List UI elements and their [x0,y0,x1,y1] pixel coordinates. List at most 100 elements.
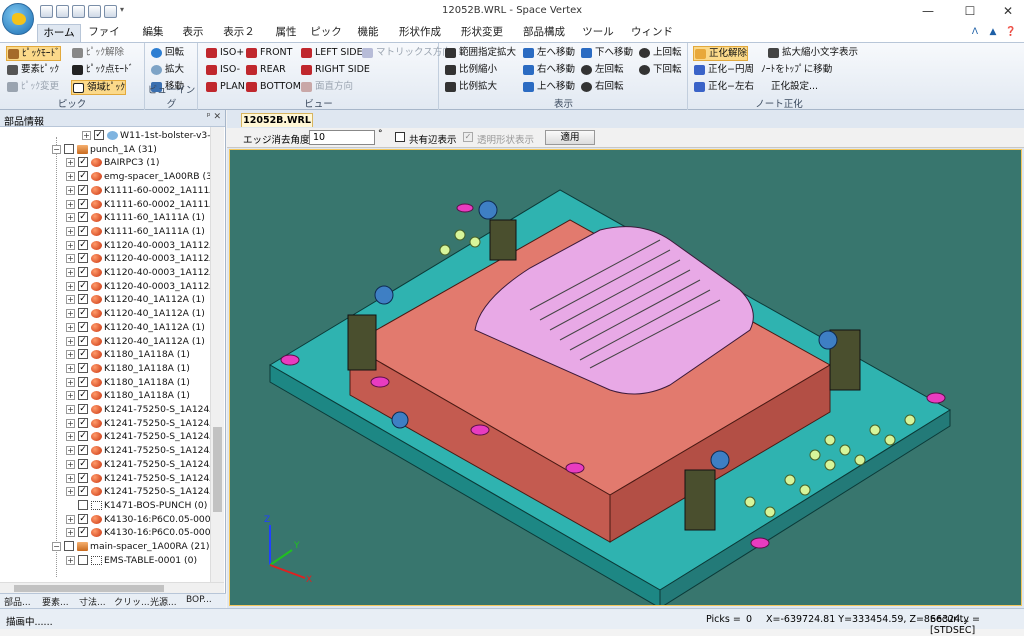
tree-item[interactable]: + ✓ K1180_1A118A (1) [0,362,210,376]
tree-item[interactable]: + ✓ K1111-60_1A111A (1) [0,225,210,239]
visibility-checkbox[interactable]: ✓ [78,253,88,264]
visibility-checkbox[interactable]: ✓ [78,198,88,209]
expand-toggle-icon[interactable]: − [52,542,61,551]
ribbon-collapse-icon[interactable]: ᐱ [968,27,982,39]
tree-item[interactable]: + ✓ K1111-60_1A111A (1) [0,211,210,225]
tab-shape-modify[interactable]: 形状変更 [458,24,506,42]
normalize-left-right-button[interactable]: 正化−左右 [693,80,754,95]
region-pick-button[interactable]: 領域ﾋﾟｯｸ [71,80,127,95]
scale-up-button[interactable]: 比例拡大 [444,80,497,95]
expand-toggle-icon[interactable]: + [82,131,91,140]
rotate-right-button[interactable]: 右回転 [580,80,624,95]
left-side-button[interactable]: LEFT SIDE [300,46,363,61]
expand-toggle-icon[interactable]: − [52,144,61,154]
visibility-checkbox[interactable]: ✓ [78,445,88,456]
expand-toggle-icon[interactable]: + [66,391,75,401]
visibility-checkbox[interactable]: ✓ [78,171,88,182]
apply-button[interactable]: 適用 [545,130,595,145]
maximize-button[interactable]: ☐ [962,4,978,18]
tab-tools[interactable]: ツール [580,24,616,42]
shared-edge-checkbox[interactable] [395,132,405,142]
move-left-button[interactable]: 左へ移動 [522,46,575,61]
tree-item[interactable]: + ✓ K1180_1A118A (1) [0,376,210,390]
scroll-thumb[interactable] [14,585,164,592]
tab-view[interactable]: 表示 [173,24,213,42]
expand-toggle-icon[interactable]: + [66,336,75,346]
expand-toggle-icon[interactable]: + [66,199,75,209]
text-zoom-button[interactable]: 拡大縮小文字表示 [767,46,858,61]
parts-tree[interactable]: +✓W11-1st-bolster-v3-bh−punch_1A (31)+✓B… [0,127,210,582]
expand-toggle-icon[interactable]: + [66,185,75,195]
pick-release-button[interactable]: ﾋﾟｯｸ解除 [71,46,124,61]
rotate-left-button[interactable]: 左回転 [580,63,624,78]
expand-toggle-icon[interactable]: + [66,281,75,291]
tree-horizontal-scrollbar[interactable] [0,582,224,593]
expand-toggle-icon[interactable]: + [66,555,75,565]
expand-toggle-icon[interactable]: + [66,459,75,469]
expand-toggle-icon[interactable]: + [66,432,75,442]
perpendicular-button[interactable]: 面直方向 [300,80,353,95]
tree-item[interactable]: + ✓ K1120-40_1A112A (1) [0,321,210,335]
tree-item[interactable]: + ✓ BAIRPC3 (1) [0,156,210,170]
panel-tab-parts[interactable]: 部品... [4,595,31,608]
tree-item[interactable]: K1471-BOS-PUNCH (0) [0,499,210,513]
expand-toggle-icon[interactable]: + [66,295,75,305]
document-tab[interactable]: 12052B.WRL [241,113,313,127]
visibility-checkbox[interactable]: ✓ [78,458,88,469]
visibility-checkbox[interactable]: ✓ [78,280,88,291]
panel-tab-clip[interactable]: クリッ... [114,595,150,608]
move-down-button[interactable]: 下へ移動 [580,46,633,61]
scale-down-button[interactable]: 比例縮小 [444,63,497,78]
panel-pin-close-icon[interactable]: ᵖ ✕ [207,112,221,122]
transparent-checkbox[interactable]: ✓ [463,132,473,142]
close-button[interactable]: ✕ [1000,4,1016,18]
pick-mode-button[interactable]: ﾋﾟｯｸﾓｰﾄﾞ [6,46,62,61]
expand-toggle-icon[interactable]: + [66,418,75,428]
minimize-button[interactable]: — [920,4,936,18]
pick-point-button[interactable]: ﾋﾟｯｸ点ﾓｰﾄﾞ [71,63,134,78]
tab-attribute[interactable]: 属性 [268,24,304,42]
visibility-checkbox[interactable]: ✓ [78,212,88,223]
visibility-checkbox[interactable]: ✓ [78,513,88,524]
tab-pick[interactable]: ピック [308,24,344,42]
expand-toggle-icon[interactable]: + [66,254,75,264]
3d-viewport[interactable]: Z Y X [229,149,1022,606]
tree-item[interactable]: − main-spacer_1A00RA (21) [0,540,210,554]
tree-item[interactable]: +✓ K1120-40-0003_1A112A (1 [0,239,210,253]
tree-item[interactable]: +✓ K1241-75250-S_1A124A (1 [0,458,210,472]
expand-toggle-icon[interactable]: + [66,377,75,387]
plan-button[interactable]: PLAN [205,80,245,95]
edge-angle-input[interactable]: 10 [309,130,375,145]
tree-item[interactable]: + ✓ K1180_1A118A (1) [0,348,210,362]
rotate-down-button[interactable]: 下回転 [638,63,682,78]
visibility-checkbox[interactable]: ✓ [78,267,88,277]
expand-toggle-icon[interactable]: + [66,487,75,497]
tree-item[interactable]: +✓ K1241-75250-S_1A124A (1 [0,472,210,486]
visibility-checkbox[interactable]: ✓ [78,335,88,346]
visibility-checkbox[interactable]: ✓ [78,417,88,428]
visibility-checkbox[interactable]: ✓ [78,362,88,373]
visibility-checkbox[interactable] [78,499,88,510]
tab-file[interactable]: ファイル [84,24,124,55]
expand-toggle-icon[interactable]: + [66,350,75,360]
tree-item[interactable]: +✓ K1241-75250-S_1A124A (1 [0,485,210,499]
tab-parts[interactable]: 部品構成 [520,24,568,42]
tree-item[interactable]: − punch_1A (31) [0,143,210,157]
expand-toggle-icon[interactable]: + [66,226,75,236]
visibility-checkbox[interactable]: ✓ [78,431,88,442]
expand-toggle-icon[interactable]: + [66,405,75,414]
tree-vertical-scrollbar[interactable] [210,127,224,582]
note-to-top-button[interactable]: ﾉｰﾄをﾄｯﾌﾟに移動 [757,63,832,78]
expand-toggle-icon[interactable]: + [66,172,75,182]
visibility-checkbox[interactable] [64,143,74,154]
tree-item[interactable]: + EMS-TABLE-0001 (0) [0,554,210,568]
rotate-button[interactable]: 回転 [150,46,184,61]
expand-toggle-icon[interactable]: + [66,473,75,483]
tree-item[interactable]: + ✓ K1120-40_1A112A (1) [0,307,210,321]
normalize-settings-button[interactable]: 正化設定... [767,80,818,95]
tree-item[interactable]: +✓ K1120-40-0003_1A112A (1 [0,266,210,280]
visibility-checkbox[interactable]: ✓ [78,376,88,387]
expand-toggle-icon[interactable]: + [66,158,75,168]
tab-edit[interactable]: 編集 [133,24,173,42]
expand-toggle-icon[interactable]: + [66,528,75,538]
